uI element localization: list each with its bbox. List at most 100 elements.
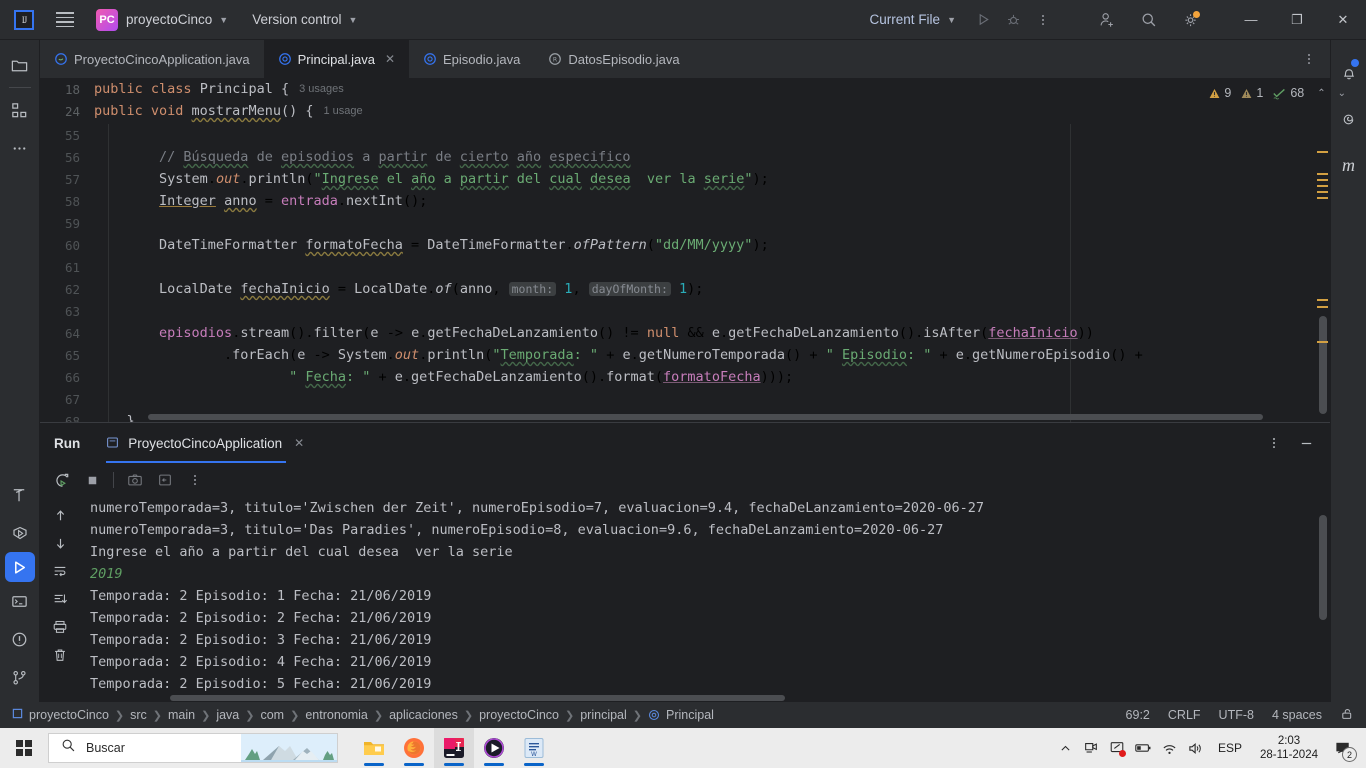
- window-close-button[interactable]: ✕: [1320, 0, 1366, 40]
- run-tab-proyectocincoapplication[interactable]: ProyectoCincoApplication ✕: [106, 423, 304, 463]
- close-icon[interactable]: ✕: [385, 52, 395, 66]
- screenshot-icon[interactable]: [121, 467, 149, 493]
- sticky-line-method[interactable]: 24 public void mostrarMenu() { 1 usage: [40, 100, 1330, 122]
- code-line-55[interactable]: 55: [40, 124, 1330, 146]
- code-line-67[interactable]: 67: [40, 388, 1330, 410]
- error-stripe-mark[interactable]: [1317, 197, 1328, 199]
- breadcrumb-item-9[interactable]: Principal: [666, 708, 714, 722]
- stop-icon[interactable]: [78, 467, 106, 493]
- wifi-icon[interactable]: [1156, 728, 1182, 768]
- error-stripe-mark[interactable]: [1317, 191, 1328, 193]
- console-vertical-scrollbar[interactable]: [1319, 515, 1327, 620]
- indent-setting[interactable]: 4 spaces: [1272, 708, 1322, 722]
- code-line-61[interactable]: 61: [40, 256, 1330, 278]
- breadcrumb-item-2[interactable]: main: [168, 708, 195, 722]
- trash-icon[interactable]: [45, 641, 75, 669]
- error-stripe-mark[interactable]: [1317, 185, 1328, 187]
- code-editor[interactable]: 55 56 // Búsqueda de episodios a partir …: [40, 124, 1330, 422]
- breadcrumb-item-5[interactable]: entronomia: [305, 708, 368, 722]
- more-vertical-icon[interactable]: [181, 467, 209, 493]
- notification-center-icon[interactable]: 2: [1326, 728, 1360, 768]
- file-encoding[interactable]: UTF-8: [1219, 708, 1254, 722]
- show-hidden-icons-chevron-icon[interactable]: [1052, 728, 1078, 768]
- code-line-60[interactable]: 60 DateTimeFormatter formatoFecha = Date…: [40, 234, 1330, 256]
- print-icon[interactable]: [45, 613, 75, 641]
- warning-count-item[interactable]: 9: [1208, 86, 1231, 100]
- window-minimize-button[interactable]: —: [1228, 0, 1274, 40]
- add-user-icon[interactable]: [1092, 5, 1122, 35]
- breadcrumb-item-1[interactable]: src: [130, 708, 147, 722]
- ai-assistant-icon[interactable]: [1331, 96, 1366, 142]
- error-stripe-mark[interactable]: [1317, 179, 1328, 181]
- chevron-up-icon[interactable]: ⌃: [1317, 88, 1325, 99]
- console-output[interactable]: numeroTemporada=3, titulo='Zwischen der …: [80, 497, 1316, 702]
- soft-wrap-icon[interactable]: [45, 557, 75, 585]
- chevron-down-icon[interactable]: ▼: [219, 15, 228, 25]
- code-line-66[interactable]: 66 " Fecha: " + e.getFechaDeLanzamiento(…: [40, 366, 1330, 388]
- word-icon[interactable]: W: [514, 728, 554, 768]
- debug-icon[interactable]: [998, 5, 1028, 35]
- breadcrumb-item-3[interactable]: java: [216, 708, 239, 722]
- error-stripe-mark[interactable]: [1317, 173, 1328, 175]
- camera-icon[interactable]: [1078, 728, 1104, 768]
- battery-icon[interactable]: [1130, 728, 1156, 768]
- run-tool-icon[interactable]: [4, 552, 35, 582]
- line-separator[interactable]: CRLF: [1168, 708, 1201, 722]
- unlocked-padlock-icon[interactable]: [1340, 707, 1354, 724]
- file-explorer-icon[interactable]: [354, 728, 394, 768]
- minimize-panel-icon[interactable]: [1292, 429, 1320, 457]
- more-tool-windows-icon[interactable]: [0, 129, 40, 167]
- window-maximize-button[interactable]: ❐: [1274, 0, 1320, 40]
- code-line-59[interactable]: 59: [40, 212, 1330, 234]
- meet-new-ui-icon[interactable]: m: [1331, 142, 1366, 188]
- intellij-logo-icon[interactable]: IJ: [14, 9, 34, 30]
- run-dashboard-icon[interactable]: [0, 514, 40, 552]
- editor-tab-datosepisodio[interactable]: R DatosEpisodio.java: [534, 40, 693, 78]
- version-control-tool-icon[interactable]: [0, 658, 40, 696]
- firefox-icon[interactable]: [394, 728, 434, 768]
- scrollbar-thumb[interactable]: [1319, 316, 1327, 414]
- error-stripe-mark[interactable]: [1317, 306, 1328, 308]
- run-icon[interactable]: [968, 5, 998, 35]
- weak-warning-count-item[interactable]: 1: [1240, 86, 1263, 100]
- search-icon[interactable]: [1134, 5, 1164, 35]
- typo-count-item[interactable]: 68: [1272, 86, 1304, 100]
- screen-share-icon[interactable]: [1104, 728, 1130, 768]
- inspections-widget[interactable]: 9 1 68 ⌃ ⌄: [1208, 86, 1346, 100]
- breadcrumb-item-0[interactable]: proyectoCinco: [29, 708, 109, 722]
- editor-vertical-scrollbar[interactable]: [1316, 124, 1330, 422]
- structure-tool-icon[interactable]: [0, 91, 40, 129]
- build-tool-icon[interactable]: [0, 476, 40, 514]
- editor-tab-proyectocincoapplication[interactable]: ProyectoCincoApplication.java: [40, 40, 264, 78]
- console-horizontal-scrollbar[interactable]: [170, 695, 785, 701]
- up-arrow-icon[interactable]: [45, 501, 75, 529]
- breadcrumb-item-4[interactable]: com: [260, 708, 284, 722]
- terminal-tool-icon[interactable]: [0, 582, 40, 620]
- error-stripe-mark[interactable]: [1317, 299, 1328, 301]
- code-line-64[interactable]: 64 episodios.stream().filter(e -> e.getF…: [40, 322, 1330, 344]
- sticky-line-class[interactable]: 18 public class Principal { 3 usages: [40, 78, 1330, 100]
- code-line-65[interactable]: 65 .forEach(e -> System.out.println("Tem…: [40, 344, 1330, 366]
- breadcrumb-item-8[interactable]: principal: [580, 708, 627, 722]
- code-line-63[interactable]: 63: [40, 300, 1330, 322]
- taskbar-search-input[interactable]: Buscar: [48, 733, 338, 763]
- chevron-down-icon[interactable]: ⌄: [1338, 88, 1346, 99]
- code-line-58[interactable]: 58 Integer anno = entrada.nextInt();: [40, 190, 1330, 212]
- windows-start-icon[interactable]: [0, 728, 48, 768]
- problems-tool-icon[interactable]: [0, 620, 40, 658]
- usage-count[interactable]: 3 usages: [299, 83, 344, 95]
- code-line-57[interactable]: 57 System.out.println("Ingrese el año a …: [40, 168, 1330, 190]
- version-control-menu[interactable]: Version control: [252, 12, 341, 27]
- down-arrow-icon[interactable]: [45, 529, 75, 557]
- editor-tab-principal[interactable]: Principal.java ✕: [263, 40, 409, 78]
- rerun-icon[interactable]: [48, 467, 76, 493]
- volume-icon[interactable]: [1182, 728, 1208, 768]
- code-line-56[interactable]: 56 // Búsqueda de episodios a partir de …: [40, 146, 1330, 168]
- chevron-down-icon[interactable]: ▼: [947, 15, 956, 25]
- breadcrumb-item-6[interactable]: aplicaciones: [389, 708, 458, 722]
- usage-count[interactable]: 1 usage: [323, 105, 362, 117]
- gear-icon[interactable]: [1176, 5, 1206, 35]
- error-stripe-mark[interactable]: [1317, 341, 1328, 343]
- breadcrumb-item-7[interactable]: proyectoCinco: [479, 708, 559, 722]
- more-vertical-icon[interactable]: [1260, 429, 1288, 457]
